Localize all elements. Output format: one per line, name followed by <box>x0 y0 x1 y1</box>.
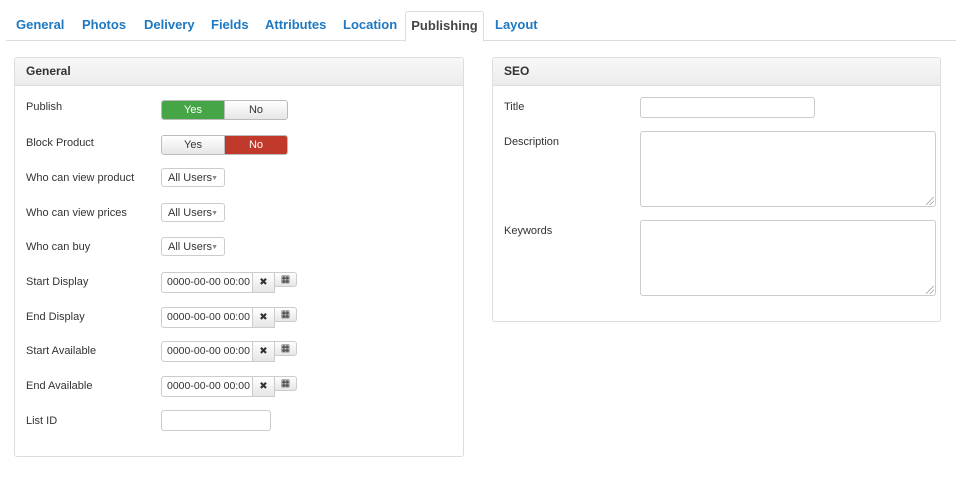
times-icon[interactable]: ✖ <box>253 272 275 293</box>
seo-title-label: Title <box>504 101 525 113</box>
start-available-input[interactable]: 0000-00-00 00:00 <box>161 341 253 362</box>
tab-attributes[interactable]: Attributes <box>265 11 326 39</box>
list-id-label: List ID <box>26 415 58 427</box>
end-display-input[interactable]: 0000-00-00 00:00 <box>161 307 253 328</box>
start-display-input[interactable]: 0000-00-00 00:00 <box>161 272 253 293</box>
end-display-label: End Display <box>26 311 85 323</box>
seo-keywords-textarea[interactable] <box>640 220 936 296</box>
block-product-toggle: Yes No <box>161 135 288 155</box>
seo-description-textarea[interactable] <box>640 131 936 207</box>
resize-handle-icon[interactable] <box>926 197 934 205</box>
block-product-no-button[interactable]: No <box>224 136 287 154</box>
publish-label: Publish <box>26 101 63 113</box>
caret-down-icon: ▼ <box>211 244 218 251</box>
general-panel-title: General <box>15 58 463 86</box>
times-icon[interactable]: ✖ <box>253 376 275 397</box>
end-available-input[interactable]: 0000-00-00 00:00 <box>161 376 253 397</box>
view-product-value: All Users <box>168 172 213 184</box>
times-icon[interactable]: ✖ <box>253 341 275 362</box>
publish-no-button[interactable]: No <box>224 101 287 119</box>
block-product-yes-button[interactable]: Yes <box>162 136 224 154</box>
resize-handle-icon[interactable] <box>926 286 934 294</box>
times-icon[interactable]: ✖ <box>253 307 275 328</box>
can-buy-label: Who can buy <box>26 241 91 253</box>
view-prices-label: Who can view prices <box>26 207 127 219</box>
publish-yes-button[interactable]: Yes <box>162 101 224 119</box>
start-available-field: 0000-00-00 00:00 ✖ ▦ <box>161 341 298 362</box>
calendar-icon[interactable]: ▦ <box>275 376 297 391</box>
end-available-field: 0000-00-00 00:00 ✖ ▦ <box>161 376 298 397</box>
end-available-label: End Available <box>26 380 93 392</box>
start-available-label: Start Available <box>26 345 97 357</box>
seo-keywords-label: Keywords <box>504 225 553 237</box>
block-product-label: Block Product <box>26 137 94 149</box>
end-display-field: 0000-00-00 00:00 ✖ ▦ <box>161 307 298 328</box>
can-buy-value: All Users <box>168 241 213 253</box>
can-buy-select[interactable]: All Users ▼ <box>161 237 225 256</box>
tab-delivery[interactable]: Delivery <box>144 11 195 39</box>
tab-publishing[interactable]: Publishing <box>405 11 484 42</box>
seo-panel-title: SEO <box>493 58 940 86</box>
tab-photos[interactable]: Photos <box>82 11 126 39</box>
tab-general[interactable]: General <box>16 11 64 39</box>
tab-fields[interactable]: Fields <box>211 11 249 39</box>
tab-layout[interactable]: Layout <box>495 11 538 39</box>
calendar-icon[interactable]: ▦ <box>275 307 297 322</box>
list-id-input[interactable] <box>161 410 271 431</box>
view-prices-value: All Users <box>168 207 213 219</box>
view-prices-select[interactable]: All Users ▼ <box>161 203 225 222</box>
caret-down-icon: ▼ <box>211 175 218 182</box>
calendar-icon[interactable]: ▦ <box>275 341 297 356</box>
view-product-select[interactable]: All Users ▼ <box>161 168 225 187</box>
tab-bar: General Photos Delivery Fields Attribute… <box>6 11 956 42</box>
start-display-field: 0000-00-00 00:00 ✖ ▦ <box>161 272 298 293</box>
calendar-icon[interactable]: ▦ <box>275 272 297 287</box>
start-display-label: Start Display <box>26 276 89 288</box>
view-product-label: Who can view product <box>26 172 135 184</box>
tab-location[interactable]: Location <box>343 11 397 39</box>
seo-title-input[interactable] <box>640 97 815 118</box>
publish-toggle: Yes No <box>161 100 288 120</box>
seo-description-label: Description <box>504 136 560 148</box>
caret-down-icon: ▼ <box>211 210 218 217</box>
